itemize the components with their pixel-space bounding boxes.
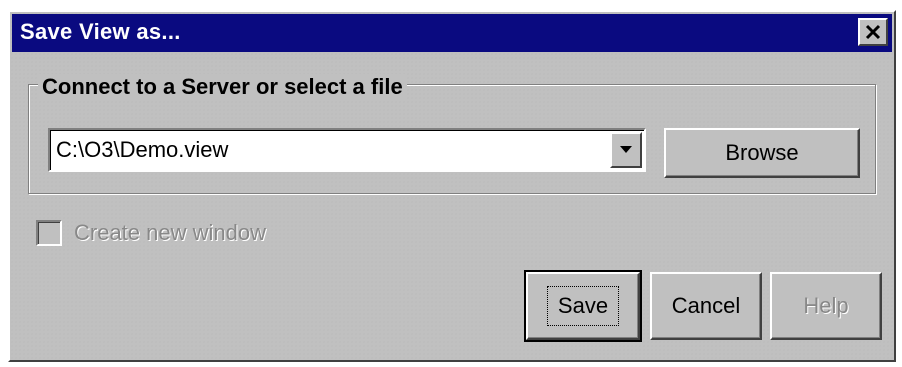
chevron-down-icon	[619, 141, 633, 159]
close-icon	[864, 24, 882, 40]
create-new-window-checkbox	[36, 220, 62, 246]
help-button-label: Help	[803, 293, 849, 318]
close-button[interactable]	[858, 18, 888, 46]
browse-button-label: Browse	[725, 140, 799, 165]
group-label: Connect to a Server or select a file	[38, 74, 407, 100]
file-path-value[interactable]: C:\O3\Demo.view	[56, 137, 228, 163]
dropdown-button[interactable]	[610, 132, 642, 168]
title-bar[interactable]: Save View as...	[12, 14, 892, 52]
save-button[interactable]: Save	[524, 270, 642, 342]
save-button-label: Save	[546, 286, 620, 326]
browse-button[interactable]: Browse	[664, 128, 860, 178]
dialog-title: Save View as...	[20, 19, 181, 44]
file-path-combobox[interactable]: C:\O3\Demo.view	[48, 128, 646, 172]
cancel-button[interactable]: Cancel	[650, 272, 762, 340]
help-button: Help	[770, 272, 882, 340]
create-new-window-label: Create new window	[74, 220, 266, 245]
cancel-button-label: Cancel	[671, 293, 741, 318]
create-new-window-option: Create new window	[36, 220, 266, 246]
